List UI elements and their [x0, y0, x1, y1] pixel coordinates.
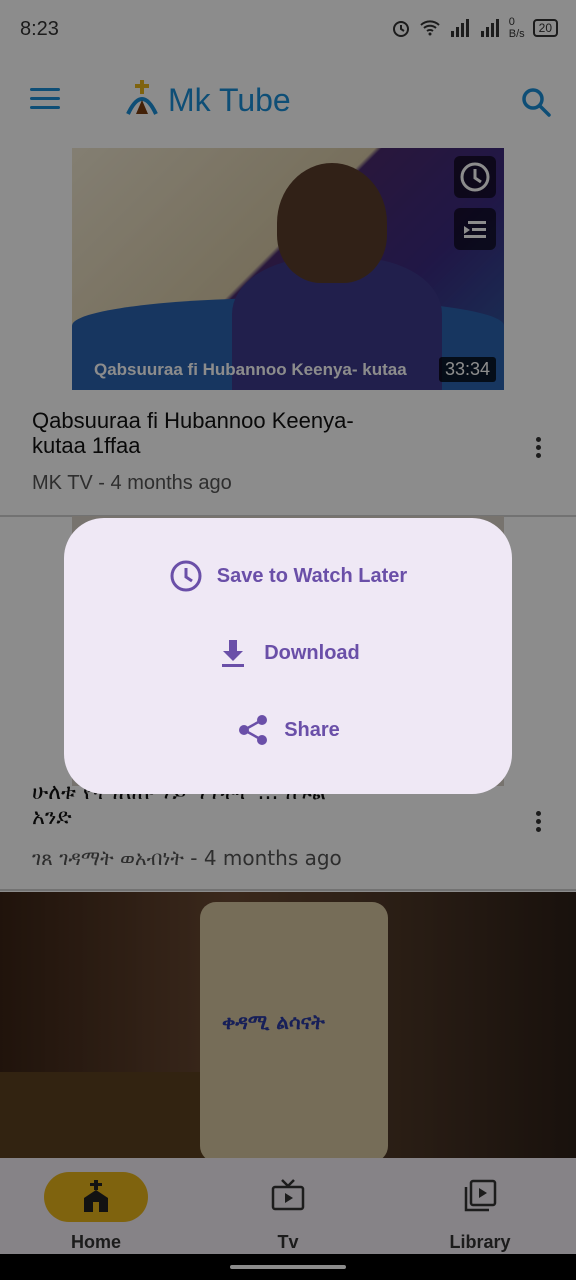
- share-icon: [239, 715, 268, 745]
- video-options-sheet: Save to Watch Later Download Share: [64, 518, 512, 794]
- share-label: Share: [284, 718, 340, 741]
- share-button[interactable]: Share: [64, 700, 512, 760]
- save-to-watch-later-button[interactable]: Save to Watch Later: [64, 546, 512, 606]
- clock-icon: [170, 560, 202, 592]
- download-label: Download: [264, 641, 360, 664]
- save-to-watch-later-label: Save to Watch Later: [216, 564, 408, 587]
- download-button[interactable]: Download: [64, 623, 512, 683]
- download-icon: [222, 640, 245, 667]
